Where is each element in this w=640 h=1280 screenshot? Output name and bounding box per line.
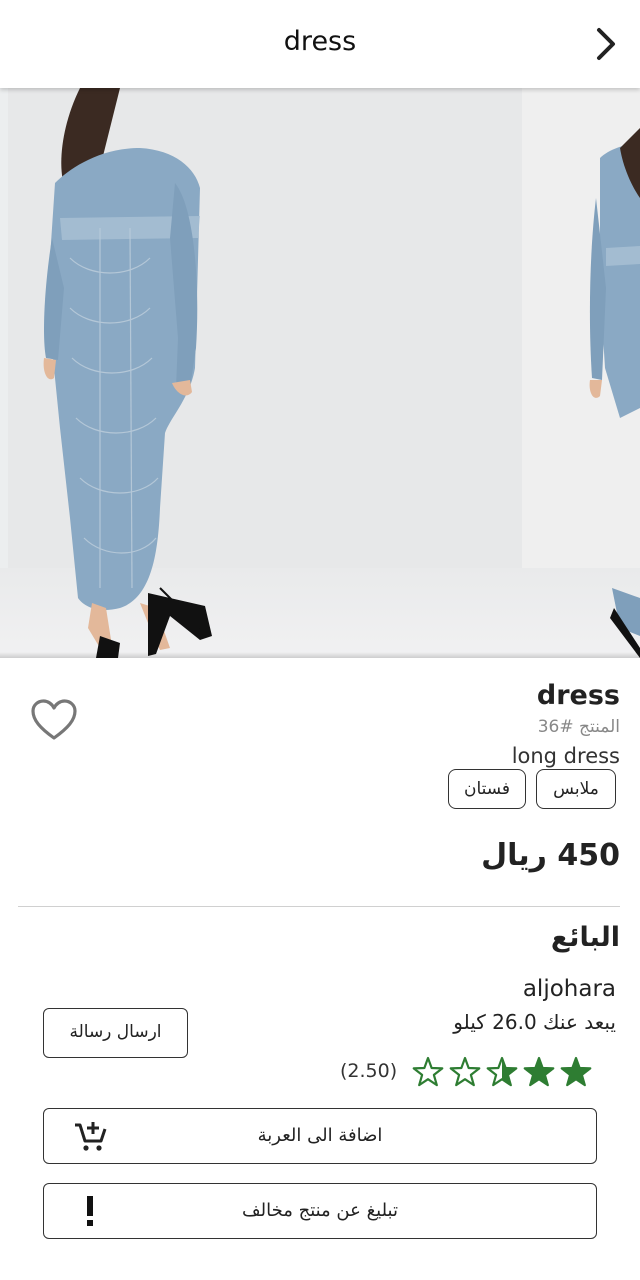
report-product-label: تبليغ عن منتج مخالف [241,1200,398,1221]
seller-heading: البائع [550,922,620,953]
product-image-carousel[interactable] [0,88,640,658]
star-icon [412,1056,444,1087]
add-to-cart-label: اضافة الى العربة [257,1125,383,1146]
star-icon [560,1056,592,1087]
seller-rating: (2.50) [340,1055,594,1091]
dress-photo [43,88,640,658]
heart-icon[interactable] [30,698,78,742]
seller-name[interactable]: aljohara [523,976,616,1002]
product-name: dress [536,680,620,711]
send-message-button[interactable]: ارسال رسالة [43,1008,188,1058]
divider [18,906,620,907]
page-title: dress [283,26,357,57]
chevron-right-icon[interactable] [594,26,618,62]
tag-dress[interactable]: فستان [448,769,526,809]
star-icon [523,1056,555,1087]
star-icon [449,1056,481,1087]
seller-distance: يبعد عنك 26.0 كيلو [453,1010,616,1034]
product-description: long dress [511,744,620,768]
add-to-cart-button[interactable]: اضافة الى العربة [43,1108,597,1164]
app-bar: dress [0,0,640,88]
rating-value: (2.50) [340,1060,398,1082]
tag-clothes[interactable]: ملابس [536,769,616,809]
product-price: 450 ريال [481,838,620,873]
rating-stars [412,1056,592,1087]
product-id: المنتج #36 [537,717,620,737]
report-product-button[interactable]: تبليغ عن منتج مخالف [43,1183,597,1239]
